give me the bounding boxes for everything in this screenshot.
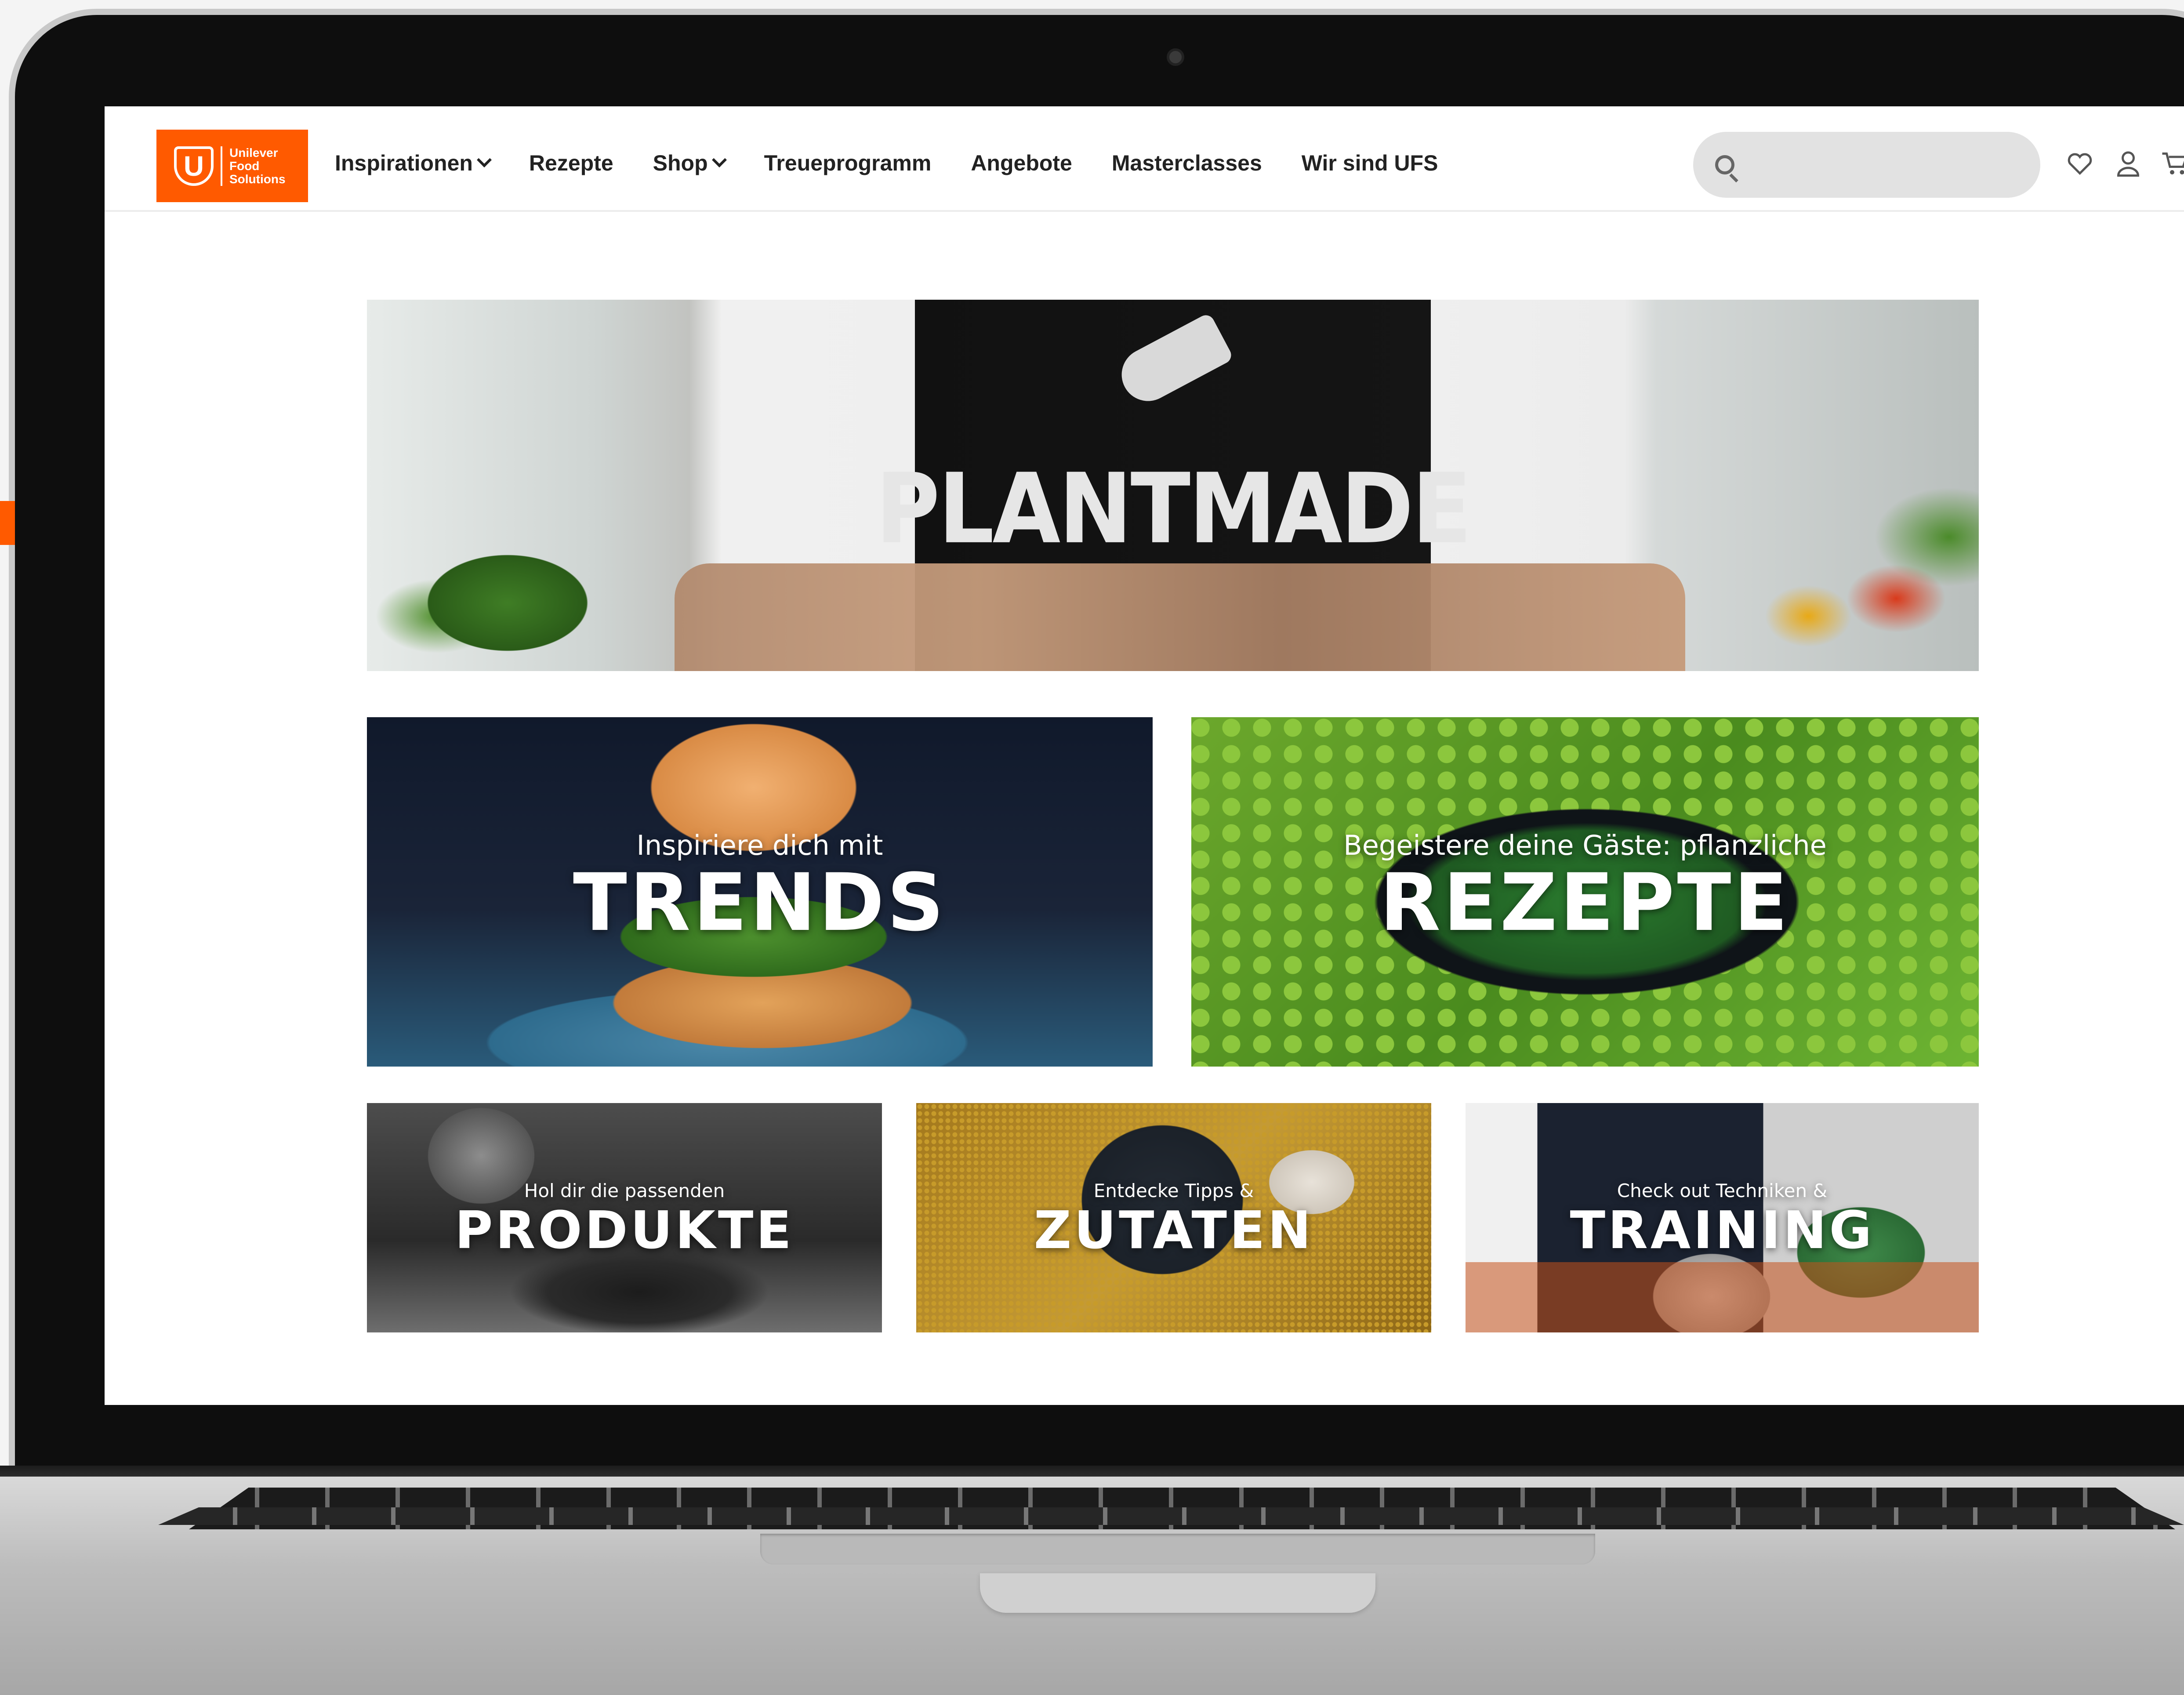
unilever-u-icon: U <box>174 146 214 186</box>
cleaver-graphic <box>1112 312 1234 410</box>
tile-copy: Inspiriere dich mit TRENDS <box>367 829 1153 945</box>
nav-item-wir-sind-ufs[interactable]: Wir sind UFS <box>1302 150 1438 176</box>
website-screen: U Unilever Food Solutions Inspirationen … <box>105 106 2184 1405</box>
logo-divider <box>221 146 222 186</box>
nav-item-inspirationen[interactable]: Inspirationen <box>335 150 492 176</box>
chevron-down-icon <box>711 152 727 167</box>
search-input[interactable] <box>1748 154 2029 176</box>
nav-label: Shop <box>653 151 708 175</box>
tile-kicker: Hol dir die passenden <box>524 1180 725 1201</box>
nav-item-shop[interactable]: Shop <box>653 150 727 176</box>
search-bar[interactable] <box>1693 132 2040 198</box>
nav-label: Rezepte <box>529 151 613 175</box>
heart-icon[interactable] <box>2064 148 2095 179</box>
produkte-tile[interactable]: Hol dir die passenden PRODUKTE <box>367 1103 882 1332</box>
tile-title: TRENDS <box>573 857 947 949</box>
tile-kicker: Check out Techniken & <box>1617 1180 1828 1201</box>
training-tile[interactable]: Check out Techniken & TRAINING <box>1466 1103 1979 1332</box>
zutaten-tile[interactable]: Entdecke Tipps & ZUTATEN <box>916 1103 1431 1332</box>
logo-line: Food <box>229 159 260 173</box>
hero-title: PLANTMADE <box>875 453 1472 566</box>
site-header: U Unilever Food Solutions Inspirationen … <box>105 106 2184 212</box>
nav-label: Inspirationen <box>335 151 473 175</box>
user-icon[interactable] <box>2113 148 2144 179</box>
nav-label: Treueprogramm <box>764 151 932 175</box>
trackpad <box>760 1534 1595 1564</box>
side-accent <box>0 501 15 545</box>
cart-icon[interactable] <box>2159 148 2184 179</box>
nav-item-treueprogramm[interactable]: Treueprogramm <box>764 150 932 176</box>
keyboard-row <box>158 1507 2184 1525</box>
nav-label: Angebote <box>971 151 1072 175</box>
laptop-notch <box>980 1573 1375 1613</box>
tile-title: TRAINING <box>1570 1200 1875 1260</box>
search-icon[interactable] <box>1715 155 1734 174</box>
logo-text: Unilever Food Solutions <box>229 146 286 186</box>
tile-copy: Entdecke Tipps & ZUTATEN <box>916 1180 1431 1259</box>
plantmade-hero-banner[interactable]: PLANTMADE <box>367 300 1979 671</box>
camera <box>1167 48 1184 66</box>
tile-title: REZEPTE <box>1379 857 1791 949</box>
main-navigation: Inspirationen Rezepte Shop Treueprogramm… <box>335 150 1438 176</box>
nav-label: Masterclasses <box>1111 151 1262 175</box>
tile-title: PRODUKTE <box>455 1200 794 1260</box>
trends-tile[interactable]: Inspiriere dich mit TRENDS <box>367 717 1153 1067</box>
logo-line: Solutions <box>229 172 286 186</box>
rezepte-tile[interactable]: Begeistere deine Gäste: pflanzliche REZE… <box>1191 717 1979 1067</box>
tile-copy: Hol dir die passenden PRODUKTE <box>367 1180 882 1259</box>
nav-item-angebote[interactable]: Angebote <box>971 150 1072 176</box>
tile-kicker: Entdecke Tipps & <box>1093 1180 1254 1201</box>
tile-copy: Begeistere deine Gäste: pflanzliche REZE… <box>1191 829 1979 945</box>
nav-item-rezepte[interactable]: Rezepte <box>529 150 613 176</box>
chef-arms-image <box>675 563 1685 671</box>
tile-title: ZUTATEN <box>1034 1200 1314 1260</box>
tile-copy: Check out Techniken & TRAINING <box>1466 1180 1979 1259</box>
nav-label: Wir sind UFS <box>1301 151 1438 175</box>
ufs-logo[interactable]: U Unilever Food Solutions <box>156 130 308 202</box>
logo-line: Unilever <box>229 145 278 160</box>
chevron-down-icon <box>476 152 492 167</box>
nav-item-masterclasses[interactable]: Masterclasses <box>1112 150 1262 176</box>
